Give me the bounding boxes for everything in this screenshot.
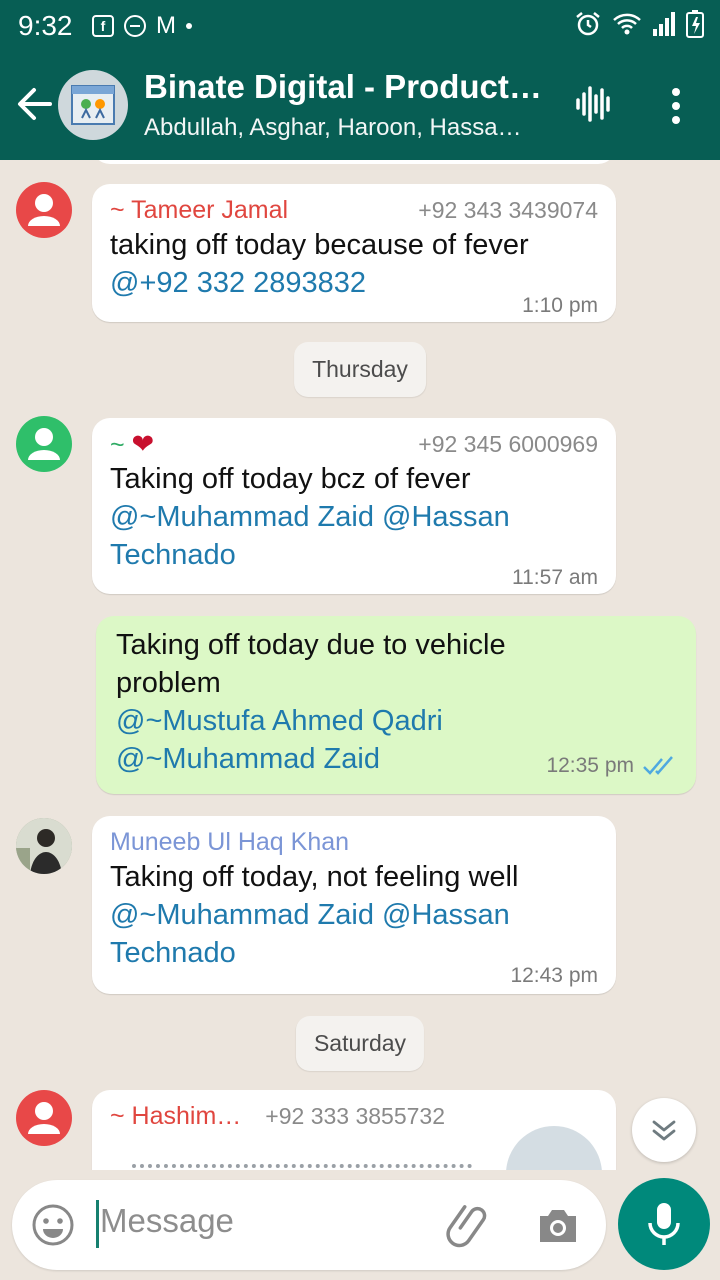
double-check-read-icon	[643, 756, 673, 775]
chat-header: Binate Digital - Product… Abdullah, Asgh…	[0, 52, 720, 160]
mention-link[interactable]: Technado	[110, 937, 236, 969]
sender-phone: +92 345 6000969	[418, 430, 598, 457]
mention-link[interactable]: @~Muhammad Zaid	[110, 899, 374, 931]
mention-link[interactable]: @Hassan	[382, 899, 510, 931]
message-bubble[interactable]: ~ ❤ +92 345 6000969 Taking off today bcz…	[92, 418, 616, 594]
more-vert-icon[interactable]	[662, 84, 690, 128]
message-text: problem	[116, 667, 221, 699]
avatar[interactable]	[16, 1090, 72, 1146]
status-notification-icons: f M	[92, 12, 192, 40]
default-avatar-icon	[28, 1102, 60, 1134]
signal-icon	[653, 12, 675, 36]
mention-link[interactable]: @~Muhammad Zaid	[116, 740, 380, 778]
gmail-notification-icon: M	[156, 12, 176, 39]
wifi-icon	[613, 13, 641, 35]
sender-phone: +92 343 3439074	[418, 196, 598, 223]
message-text: taking off today because of fever	[110, 229, 529, 261]
voice-wave-icon[interactable]	[574, 82, 614, 126]
mention-link[interactable]: Technado	[110, 539, 236, 571]
scroll-to-bottom-button[interactable]	[632, 1098, 696, 1162]
voice-note-waveform[interactable]	[132, 1164, 472, 1170]
sender-name[interactable]: ~ Hashim…	[110, 1102, 241, 1131]
default-avatar-icon	[28, 428, 60, 460]
status-bar: 9:32 f M	[0, 0, 720, 52]
message-bubble[interactable]: Muneeb Ul Haq Khan Taking off today, not…	[92, 816, 616, 994]
attach-icon[interactable]	[446, 1200, 496, 1250]
emoji-icon[interactable]	[30, 1202, 76, 1248]
mention-link[interactable]: @Hassan	[382, 501, 510, 533]
status-time: 9:32	[18, 10, 73, 41]
message-time: 12:35 pm	[546, 754, 634, 777]
text-cursor	[96, 1200, 99, 1248]
facebook-notification-icon: f	[92, 15, 114, 37]
do-not-disturb-icon	[124, 15, 146, 37]
sender-phone: +92 333 3855732	[265, 1102, 446, 1129]
chat-area[interactable]: ~ Tameer Jamal +92 343 3439074 taking of…	[0, 160, 720, 1170]
sender-name[interactable]: ~ ❤	[110, 429, 154, 460]
date-chip: Saturday	[295, 1016, 425, 1071]
message-text: Taking off today bcz of fever	[110, 463, 471, 495]
group-avatar[interactable]	[58, 70, 128, 140]
mention-link[interactable]: @~Mustufa Ahmed Qadri	[116, 702, 676, 740]
avatar[interactable]	[16, 416, 72, 472]
alarm-icon	[576, 12, 600, 36]
default-avatar-icon	[28, 194, 60, 226]
avatar[interactable]	[16, 182, 72, 238]
mention-link[interactable]: @~Muhammad Zaid	[110, 501, 374, 533]
outgoing-message-bubble[interactable]: Taking off today due to vehicle problem …	[96, 616, 696, 794]
date-chip: Thursday	[294, 342, 426, 397]
message-input[interactable]: Message	[100, 1202, 234, 1240]
avatar[interactable]	[16, 818, 72, 874]
battery-charging-icon	[686, 10, 704, 38]
partial-message-edge	[92, 160, 616, 164]
heart-emoji-icon: ❤	[131, 428, 155, 459]
mic-icon	[648, 1203, 680, 1245]
chat-title[interactable]: Binate Digital - Product…	[144, 68, 554, 106]
message-text: Taking off today, not feeling well	[110, 861, 519, 893]
message-bubble[interactable]: ~ Tameer Jamal +92 343 3439074 taking of…	[92, 184, 616, 322]
sender-name[interactable]: ~ Tameer Jamal	[110, 196, 288, 225]
sender-prefix: ~	[110, 430, 132, 459]
sender-name[interactable]: Muneeb Ul Haq Khan	[110, 828, 349, 857]
message-composer[interactable]: Message	[12, 1180, 606, 1270]
status-system-icons	[574, 10, 704, 38]
chat-participants[interactable]: Abdullah, Asghar, Haroon, Hassa…	[144, 114, 544, 142]
message-text: Taking off today due to vehicle	[116, 629, 506, 661]
camera-icon[interactable]	[534, 1202, 582, 1248]
more-notifications-dot-icon	[186, 23, 192, 29]
mic-button[interactable]	[618, 1178, 710, 1270]
profile-photo	[16, 818, 72, 874]
back-arrow-icon[interactable]	[14, 82, 54, 126]
chevron-double-down-icon	[652, 1120, 676, 1141]
